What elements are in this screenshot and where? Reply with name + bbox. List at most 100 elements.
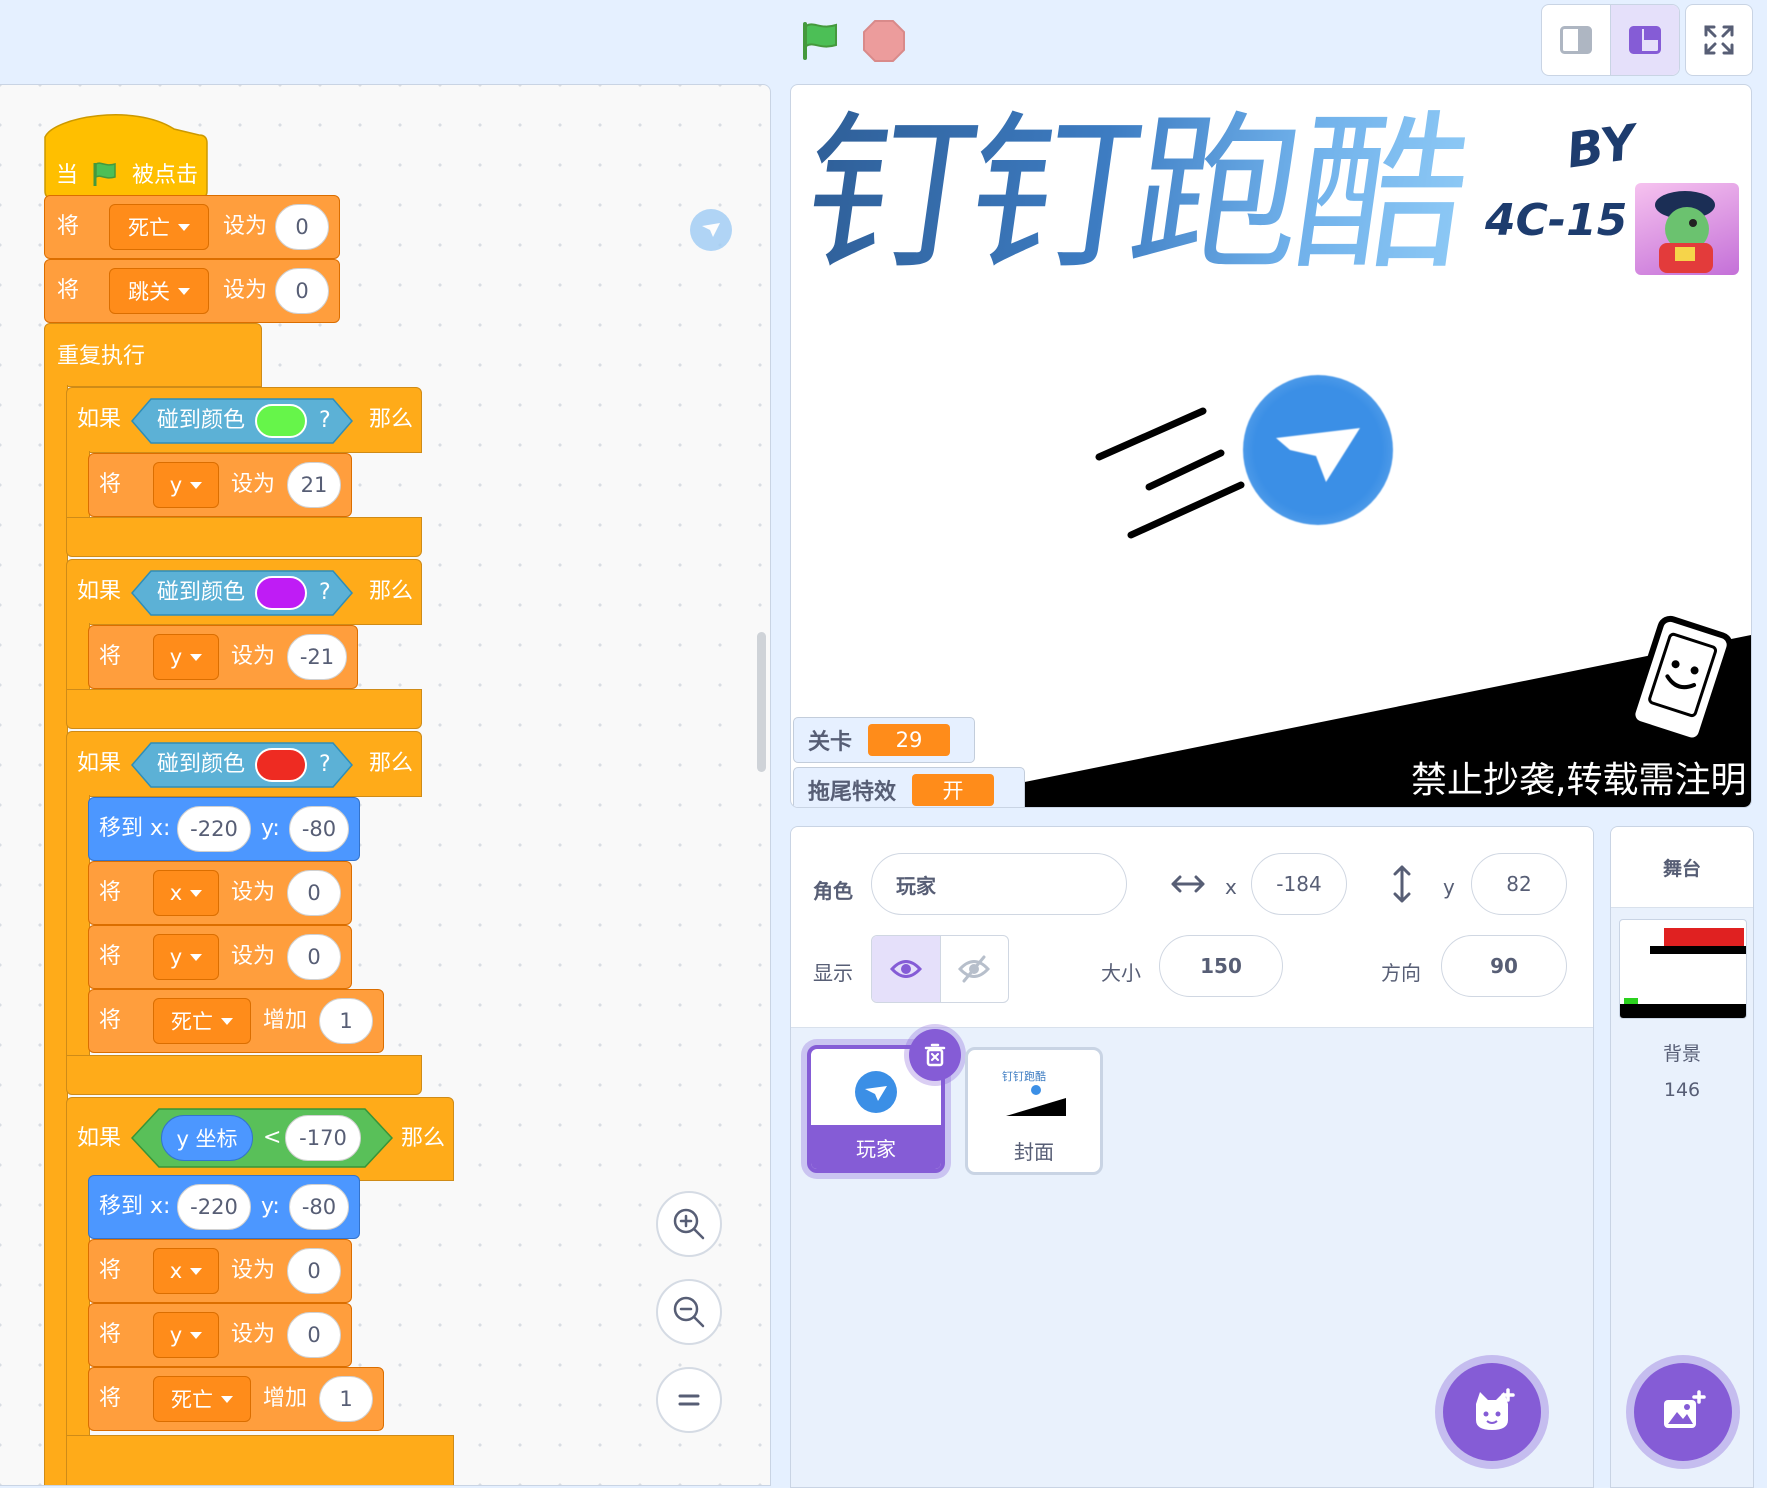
set-variable-block[interactable]: 将 x 设为 0 [88, 861, 352, 925]
small-stage-button[interactable] [1542, 5, 1610, 75]
block-text: 设为 [223, 214, 268, 239]
set-variable-block[interactable]: 将 死亡 设为 0 [44, 195, 340, 259]
set-variable-block[interactable]: 将 y 设为 0 [88, 1303, 352, 1367]
block-text: 将 [99, 944, 122, 969]
block-text: ? [319, 752, 331, 777]
touching-color-block[interactable]: 碰到颜色 ? [131, 742, 353, 788]
direction-input[interactable]: 90 [1441, 935, 1567, 997]
value-input[interactable]: 0 [287, 870, 341, 916]
variable-dropdown[interactable]: y [153, 1312, 219, 1358]
dropdown-value: x [169, 1259, 183, 1283]
value-input[interactable]: -21 [287, 634, 347, 680]
y-input[interactable]: 82 [1471, 853, 1567, 915]
forever-block[interactable]: 重复执行 [44, 323, 262, 387]
zoom-out-button[interactable] [656, 1279, 722, 1345]
value-input[interactable]: 1 [319, 998, 373, 1044]
fullscreen-button[interactable] [1685, 4, 1753, 76]
value-input[interactable]: 0 [287, 1312, 341, 1358]
color-swatch[interactable] [255, 404, 307, 438]
if-block[interactable]: 如果 碰到颜色 ? 那么 [66, 387, 422, 453]
sprite-name-label: 角色 [813, 879, 853, 903]
trash-icon [924, 1043, 946, 1067]
value-input[interactable]: 21 [287, 462, 341, 508]
show-button[interactable] [872, 936, 941, 1002]
variable-dropdown[interactable]: y [153, 462, 219, 508]
color-swatch[interactable] [255, 748, 307, 782]
workspace-scrollbar[interactable] [757, 632, 766, 772]
stage-canvas[interactable]: 钉钉跑酷 BY 4C-15 禁止抄袭,转载需注明 关卡 29 拖尾特效 开 [790, 84, 1752, 808]
if-block[interactable]: 如果 碰到颜色 ? 那么 [66, 559, 422, 625]
y-input[interactable]: -80 [289, 806, 349, 852]
add-sprite-button[interactable] [1443, 1363, 1541, 1461]
color-swatch[interactable] [255, 576, 307, 610]
dropdown-value: 跳关 [128, 280, 170, 304]
set-variable-block[interactable]: 将 y 设为 21 [88, 453, 352, 517]
variable-monitor-level[interactable]: 关卡 29 [793, 717, 975, 763]
when-flag-clicked-block[interactable]: 当 被点击 [44, 109, 208, 199]
size-input[interactable]: 150 [1159, 935, 1283, 997]
x-input[interactable]: -220 [177, 806, 251, 852]
variable-dropdown[interactable]: 死亡 [109, 204, 209, 250]
if-block[interactable]: 如果 y 坐标 < -170 那么 [66, 1097, 454, 1181]
monitor-label: 关卡 [808, 730, 853, 755]
variable-dropdown[interactable]: y [153, 634, 219, 680]
y-position-reporter[interactable]: y 坐标 [161, 1115, 253, 1161]
zoom-in-button[interactable] [656, 1191, 722, 1257]
x-input[interactable]: -220 [177, 1184, 251, 1230]
zoom-reset-button[interactable] [656, 1367, 722, 1433]
variable-dropdown[interactable]: 死亡 [153, 1376, 251, 1422]
show-label: 显示 [813, 961, 853, 985]
goto-xy-block[interactable]: 移到 x: -220 y: -80 [88, 797, 360, 861]
normal-stage-button[interactable] [1610, 5, 1679, 75]
stage-size-toggle [1541, 4, 1680, 76]
input-value: 1 [339, 1387, 353, 1411]
if-block[interactable]: 如果 碰到颜色 ? 那么 [66, 731, 422, 797]
stop-button[interactable] [862, 19, 906, 63]
sprite-tile-label: 玩家 [811, 1125, 941, 1169]
speed-lines [1095, 407, 1245, 539]
variable-dropdown[interactable]: x [153, 1248, 219, 1294]
x-input[interactable]: -184 [1251, 853, 1347, 915]
player-sprite[interactable] [1243, 375, 1393, 525]
less-than-operator[interactable]: y 坐标 < -170 [131, 1108, 393, 1168]
zoom-reset-icon [678, 1394, 700, 1406]
dropdown-value: y [169, 1323, 183, 1347]
variable-monitor-trail[interactable]: 拖尾特效 开 [793, 767, 1025, 807]
green-flag-button[interactable] [796, 18, 842, 64]
set-variable-block[interactable]: 将 跳关 设为 0 [44, 259, 340, 323]
y-label: y [1443, 875, 1455, 899]
goto-xy-block[interactable]: 移到 x: -220 y: -80 [88, 1175, 360, 1239]
touching-color-block[interactable]: 碰到颜色 ? [131, 570, 353, 616]
forever-arm [44, 385, 68, 1485]
value-input[interactable]: 0 [275, 268, 329, 314]
set-variable-block[interactable]: 将 y 设为 -21 [88, 625, 358, 689]
hide-button[interactable] [940, 936, 1008, 1002]
value-input[interactable]: -170 [285, 1115, 361, 1161]
input-value: -80 [301, 1195, 337, 1219]
dropdown-value: y [169, 645, 183, 669]
variable-dropdown[interactable]: 死亡 [153, 998, 251, 1044]
value-input[interactable]: 0 [287, 934, 341, 980]
variable-dropdown[interactable]: x [153, 870, 219, 916]
set-variable-block[interactable]: 将 y 设为 0 [88, 925, 352, 989]
sprite-name-input[interactable]: 玩家 [871, 853, 1127, 915]
value-input[interactable]: 0 [287, 1248, 341, 1294]
value-input[interactable]: 1 [319, 1376, 373, 1422]
variable-dropdown[interactable]: 跳关 [109, 268, 209, 314]
variable-dropdown[interactable]: y [153, 934, 219, 980]
author-avatar [1635, 183, 1739, 275]
sprite-thumbnail: 钉钉跑酷 [1000, 1068, 1066, 1116]
dropdown-value: 死亡 [171, 1010, 213, 1034]
delete-sprite-button[interactable] [909, 1029, 961, 1081]
y-input[interactable]: -80 [289, 1184, 349, 1230]
value-input[interactable]: 0 [275, 204, 329, 250]
change-variable-block[interactable]: 将 死亡 增加 1 [88, 989, 384, 1053]
cat-add-icon [1476, 1388, 1515, 1430]
change-variable-block[interactable]: 将 死亡 增加 1 [88, 1367, 384, 1431]
touching-color-block[interactable]: 碰到颜色 ? [131, 398, 353, 444]
add-backdrop-button[interactable] [1634, 1363, 1732, 1461]
sprite-tile-cover[interactable]: 钉钉跑酷 封面 [965, 1047, 1103, 1175]
stage-selector[interactable]: 舞台 背景 146 [1610, 826, 1754, 1488]
set-variable-block[interactable]: 将 x 设为 0 [88, 1239, 352, 1303]
code-workspace[interactable]: 当 被点击 将 死亡 设为 0 将 跳关 设为 0 重复执行 如果 碰到颜色 ?… [0, 84, 771, 1486]
